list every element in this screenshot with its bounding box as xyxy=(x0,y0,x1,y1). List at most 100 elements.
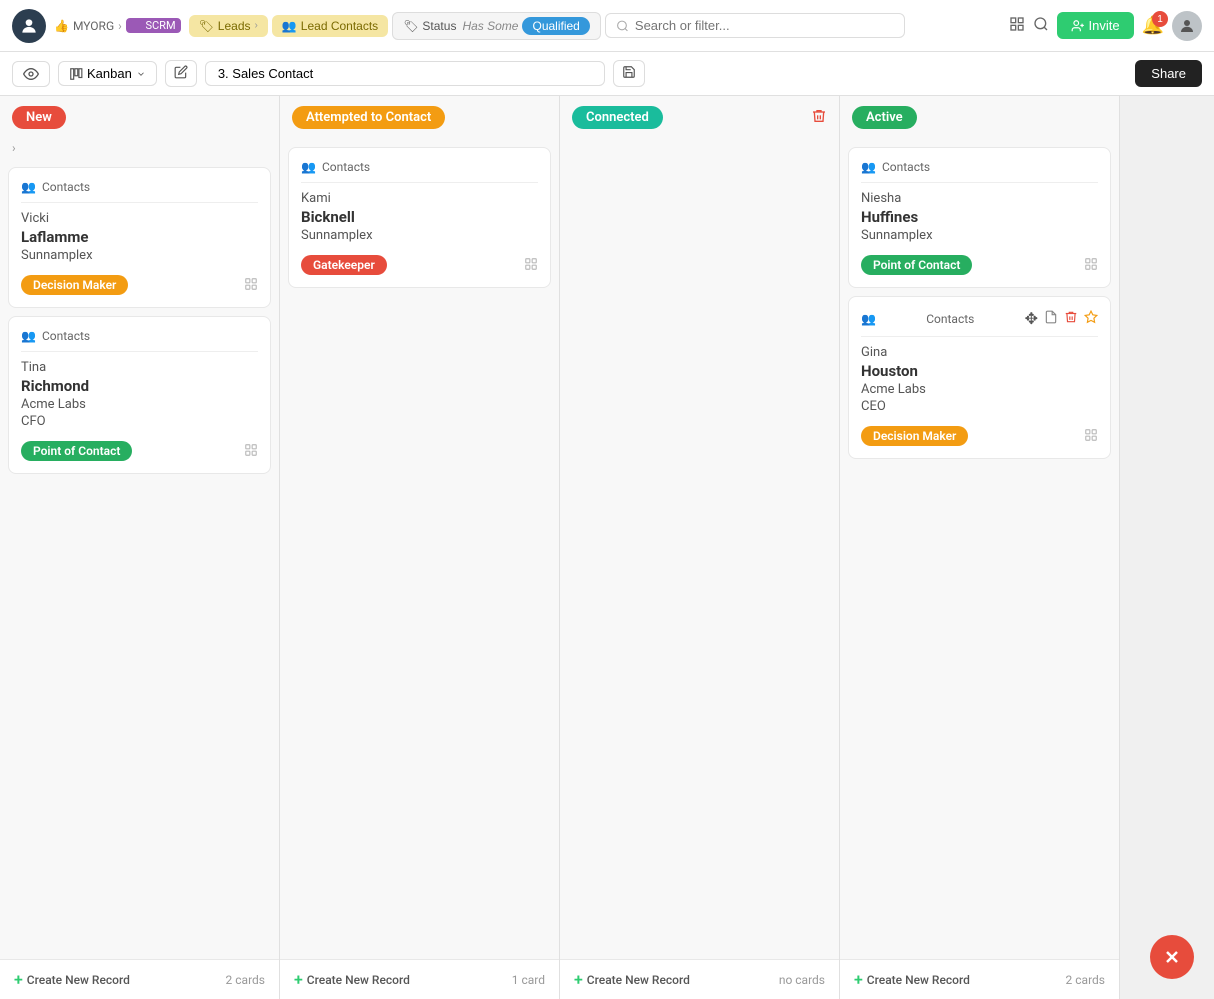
org-name: MYORG xyxy=(73,19,114,33)
contacts-label: Contacts xyxy=(926,312,974,326)
search-button[interactable] xyxy=(1033,16,1049,35)
column-content-new: 👥ContactsVickiLaflammeSunnamplexDecision… xyxy=(0,159,279,959)
user-avatar-nav[interactable] xyxy=(12,9,46,43)
column-content-attempted: 👥ContactsKamiBicknellSunnamplexGatekeepe… xyxy=(280,139,559,959)
card-footer: Gatekeeper xyxy=(301,255,538,275)
card-role-badge: Gatekeeper xyxy=(301,255,387,275)
card-role-badge: Point of Contact xyxy=(21,441,132,461)
search-input[interactable] xyxy=(635,18,894,33)
column-delete-icon[interactable] xyxy=(811,108,827,128)
card-footer: Decision Maker xyxy=(861,426,1098,446)
contacts-icon: 👥 xyxy=(861,160,876,174)
thumb-icon: 👍 xyxy=(54,19,69,33)
scrm-icon: SCRM xyxy=(126,18,181,33)
column-header-attempted: Attempted to Contact xyxy=(280,96,559,139)
leads-label: Leads xyxy=(218,19,251,33)
card-first-name: Gina xyxy=(861,345,1098,360)
card-menu-icon[interactable] xyxy=(244,276,258,295)
card-last-name: Richmond xyxy=(21,377,258,395)
lead-contacts-icon: 👥 xyxy=(282,19,297,33)
edit-view-button[interactable] xyxy=(165,60,197,87)
column-expand-arrow[interactable]: › xyxy=(0,141,279,159)
view-name-input[interactable] xyxy=(205,61,605,86)
contacts-icon: 👥 xyxy=(861,312,876,326)
card-last-name: Laflamme xyxy=(21,228,258,246)
card-first-name: Niesha xyxy=(861,191,1098,206)
breadcrumb-arrow: › xyxy=(118,19,122,33)
create-record-label: + Create New Record xyxy=(14,970,130,989)
plus-icon: + xyxy=(294,970,303,989)
eye-view-button[interactable] xyxy=(12,61,50,87)
eye-icon xyxy=(23,66,39,82)
column-badge-attempted: Attempted to Contact xyxy=(292,106,445,129)
card-section-label: 👥 Contacts ✥ xyxy=(861,309,1098,328)
save-view-button[interactable] xyxy=(613,60,645,87)
search-bar xyxy=(605,13,905,38)
card-menu-icon[interactable] xyxy=(1084,427,1098,446)
invite-label: Invite xyxy=(1089,18,1120,33)
card-last-name: Huffines xyxy=(861,208,1098,226)
create-record-label: + Create New Record xyxy=(574,970,690,989)
card-footer: Point of Contact xyxy=(861,255,1098,275)
card-company: Acme Labs xyxy=(21,397,258,412)
user-profile-avatar[interactable] xyxy=(1172,11,1202,41)
card-role-badge: Point of Contact xyxy=(861,255,972,275)
contacts-label: Contacts xyxy=(322,160,370,174)
card-last-name: Houston xyxy=(861,362,1098,380)
share-button[interactable]: Share xyxy=(1135,60,1202,87)
kanban-button[interactable]: Kanban xyxy=(58,61,157,86)
lead-contacts-filter-chip[interactable]: 👥 Lead Contacts xyxy=(272,15,388,37)
move-icon[interactable]: ✥ xyxy=(1025,309,1038,328)
edit-icon xyxy=(174,65,188,79)
column-attempted: Attempted to Contact 👥ContactsKamiBicknel… xyxy=(280,96,560,999)
kanban-dropdown-icon xyxy=(136,69,146,79)
contacts-label: Contacts xyxy=(42,329,90,343)
card-section-label: 👥Contacts xyxy=(21,329,258,343)
close-fab-icon xyxy=(1162,947,1182,967)
filter-bar: 🏷 Leads › 👥 Lead Contacts 🏷 Status Has S… xyxy=(189,11,1202,41)
kanban-icon xyxy=(69,67,83,81)
column-badge-active: Active xyxy=(852,106,917,129)
column-header-new: New xyxy=(0,96,279,139)
column-header-connected: Connected xyxy=(560,96,839,139)
column-footer-new[interactable]: + Create New Record2 cards xyxy=(0,959,279,999)
grid-view-button[interactable] xyxy=(1009,16,1025,35)
card-menu-icon[interactable] xyxy=(244,442,258,461)
leads-icon: 🏷 xyxy=(199,19,214,33)
kanban-label: Kanban xyxy=(87,66,132,81)
status-filter-chip[interactable]: 🏷 Status Has Some Qualified xyxy=(392,12,601,40)
card-menu-icon[interactable] xyxy=(1084,256,1098,275)
delete-card-icon[interactable] xyxy=(1064,310,1078,327)
kanban-card-card2[interactable]: 👥ContactsTinaRichmondAcme LabsCFOPoint o… xyxy=(8,316,271,474)
document-icon[interactable] xyxy=(1044,310,1058,327)
column-footer-attempted[interactable]: + Create New Record1 card xyxy=(280,959,559,999)
card-footer: Decision Maker xyxy=(21,275,258,295)
invite-button[interactable]: Invite xyxy=(1057,12,1134,39)
column-footer-connected[interactable]: + Create New Record no cards xyxy=(560,959,839,999)
contacts-icon: 👥 xyxy=(21,180,36,194)
card-role: CEO xyxy=(861,399,1098,414)
star-icon[interactable] xyxy=(1084,310,1098,327)
fab-button[interactable] xyxy=(1150,935,1194,979)
contacts-label: Contacts xyxy=(42,180,90,194)
second-toolbar: Kanban Share xyxy=(0,52,1214,96)
column-badge-new: New xyxy=(12,106,66,129)
notification-button[interactable]: 🔔 1 xyxy=(1142,15,1164,36)
kanban-card-card5[interactable]: 👥Contacts ✥ GinaHoustonAcme LabsCEODecis… xyxy=(848,296,1111,459)
card-first-name: Tina xyxy=(21,360,258,375)
create-record-label: + Create New Record xyxy=(854,970,970,989)
kanban-card-card4[interactable]: 👥ContactsNieshaHuffinesSunnamplexPoint o… xyxy=(848,147,1111,288)
card-count: 1 card xyxy=(512,973,545,987)
card-count: 2 cards xyxy=(1066,973,1105,987)
leads-arrow: › xyxy=(255,20,258,31)
org-breadcrumb: 👍 MYORG › SCRM xyxy=(54,18,181,33)
card-count: no cards xyxy=(779,973,825,987)
card-section-label: 👥 Contacts xyxy=(21,180,258,194)
card-menu-icon[interactable] xyxy=(524,256,538,275)
kanban-card-card1[interactable]: 👥ContactsVickiLaflammeSunnamplexDecision… xyxy=(8,167,271,308)
column-footer-active[interactable]: + Create New Record 2 cards xyxy=(840,959,1119,999)
leads-filter-chip[interactable]: 🏷 Leads › xyxy=(189,15,268,37)
nav-icons: Invite 🔔 1 xyxy=(1009,11,1203,41)
search-icon xyxy=(616,19,629,33)
kanban-card-card3[interactable]: 👥ContactsKamiBicknellSunnamplexGatekeepe… xyxy=(288,147,551,288)
